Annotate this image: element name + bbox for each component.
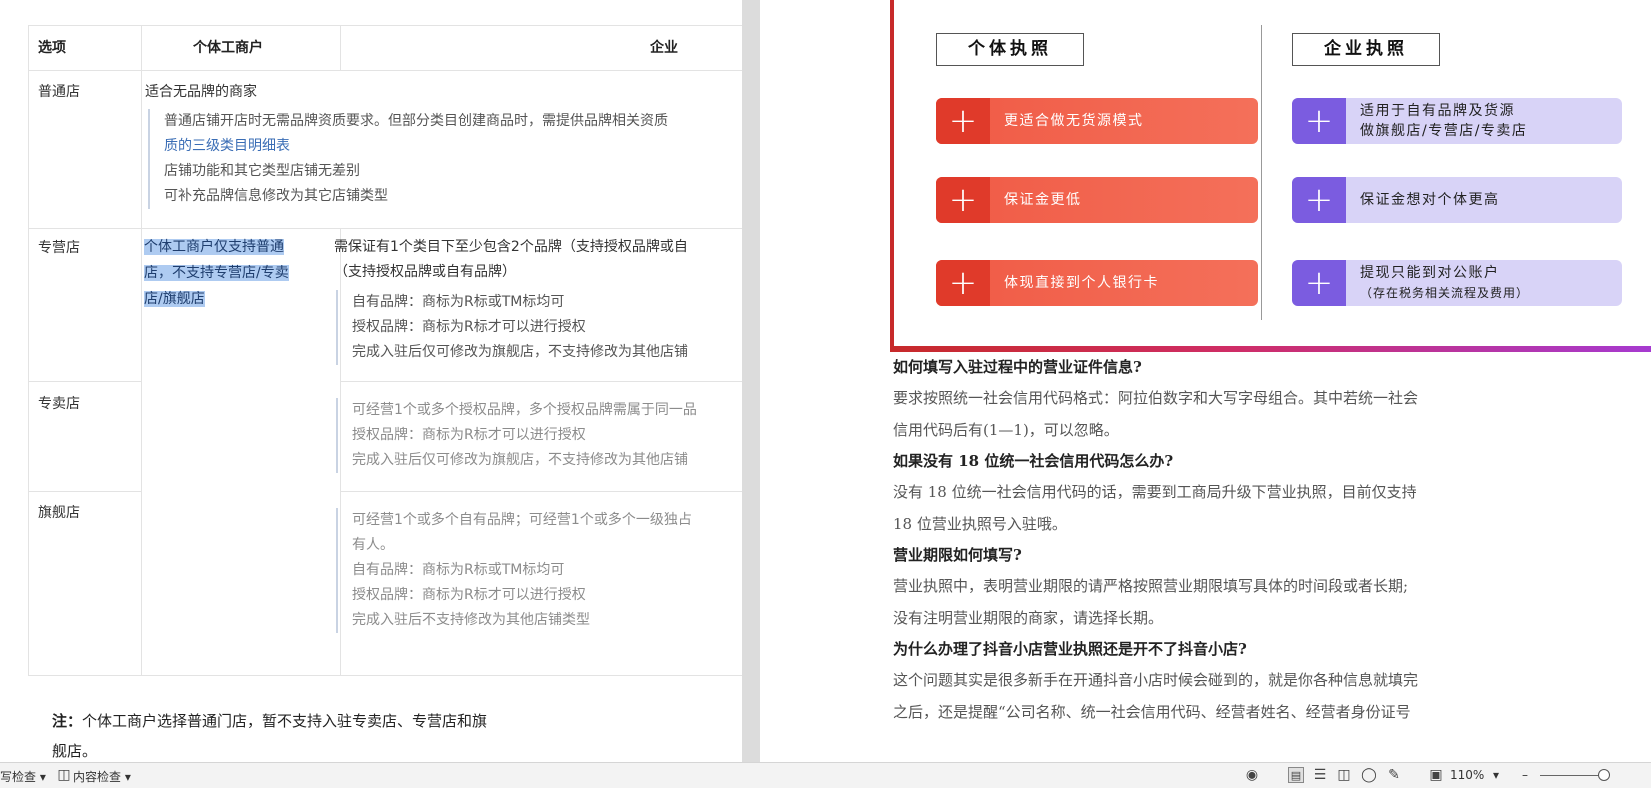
exclusive-details: 可经营1个或多个授权品牌，多个授权品牌需属于同一品 授权品牌：商标为R标才可以进… (336, 398, 697, 473)
enterprise-license-title: 企业执照 (1292, 33, 1440, 66)
zoom-slider-handle[interactable] (1598, 769, 1610, 781)
header-option: 选项 (38, 40, 66, 56)
spell-check-button[interactable]: 写检查 ▾ (0, 768, 46, 785)
header-enterprise: 企业 (650, 40, 678, 56)
detail-line: 完成入驻后仅可修改为旗舰店，不支持修改为其他店铺 (352, 452, 688, 468)
normal-details: 普通店铺开店时无需品牌资质要求。但部分类目创建商品时，需提供品牌相关资质 质的三… (148, 109, 668, 209)
status-bar: 写检查 ▾ ◫ 内容检查 ▾ ◉ ▤ ☰ ◫ ◯ ✎ ▣ 110% ▾ – (0, 762, 1651, 788)
plus-icon: + (1292, 98, 1346, 144)
question-3: 营业期限如何填写? (893, 546, 1022, 564)
row-label-specialty: 专营店 (38, 240, 80, 256)
zoom-out-button[interactable]: – (1522, 768, 1528, 782)
row-label-exclusive: 专卖店 (38, 396, 80, 412)
row-label-normal: 普通店 (38, 84, 80, 100)
plus-icon: + (1292, 260, 1346, 306)
license-comparison-image: 个体执照 企业执照 + 更适合做无货源模式 + 保证金更低 + 体现直接到个人银… (890, 0, 1651, 352)
content-check-button[interactable]: 内容检查 ▾ (73, 768, 131, 785)
eye-protection-icon[interactable]: ◉ (1244, 767, 1260, 783)
zoom-slider-track[interactable] (1540, 775, 1606, 776)
reading-view-icon[interactable]: ◫ (1336, 767, 1352, 783)
plus-icon: + (1292, 177, 1346, 223)
center-divider (1261, 25, 1262, 320)
page-right: 个体执照 企业执照 + 更适合做无货源模式 + 保证金更低 + 体现直接到个人银… (760, 0, 1651, 762)
detail-line: 可经营1个或多个自有品牌；可经营1个或多个一级独占 (352, 512, 692, 528)
individual-note-selected[interactable]: 个体工商户仅支持普通 店，不支持专营店/专卖 店/旗舰店 (144, 234, 289, 312)
detail-line: 自有品牌：商标为R标或TM标均可 (352, 294, 565, 310)
note-text-2: 舰店。 (52, 742, 98, 760)
fit-page-icon[interactable]: ▣ (1428, 767, 1444, 783)
selected-text: 店/旗舰店 (144, 291, 205, 307)
header-individual: 个体工商户 (193, 40, 263, 56)
document-area: 选项 个体工商户 企业 普通店 适合无品牌的商家 普通店铺开店时无需品牌资质要求… (0, 0, 1651, 762)
specialty-details: 自有品牌：商标为R标或TM标均可 授权品牌：商标为R标才可以进行授权 完成入驻后… (336, 290, 688, 365)
individual-item-1: + 更适合做无货源模式 (936, 98, 1258, 144)
specialty-summary-2: （支持授权品牌或自有品牌） (334, 264, 516, 280)
individual-license-title: 个体执照 (936, 33, 1084, 66)
question-1: 如何填写入驻过程中的营业证件信息? (893, 358, 1142, 376)
individual-item-3: + 体现直接到个人银行卡 (936, 260, 1258, 306)
detail-line: 店铺功能和其它类型店铺无差别 (164, 163, 360, 179)
detail-line: 自有品牌：商标为R标或TM标均可 (352, 562, 565, 578)
answer-line: 18 位营业执照号入驻哦。 (893, 515, 1067, 533)
page-view-icon[interactable]: ▤ (1288, 767, 1304, 783)
write-mode-icon[interactable]: ✎ (1386, 767, 1402, 783)
content-check-icon: ◫ (57, 767, 71, 783)
answer-line: 之后，还是提醒“公司名称、统一社会信用代码、经营者姓名、经营者身份证号 (893, 703, 1411, 721)
article-body: 如何填写入驻过程中的营业证件信息? 要求按照统一社会信用代码格式：阿拉伯数字和大… (893, 352, 1513, 728)
category-link[interactable]: 质的三级类目明细表 (164, 134, 668, 159)
enterprise-item-2: + 保证金想对个体更高 (1292, 177, 1622, 223)
detail-line: 授权品牌：商标为R标才可以进行授权 (352, 319, 586, 335)
zoom-dropdown-icon[interactable]: ▾ (1493, 768, 1499, 782)
detail-line: 完成入驻后仅可修改为旗舰店，不支持修改为其他店铺 (352, 344, 688, 360)
answer-line: 营业执照中，表明营业期限的请严格按照营业期限填写具体的时间段或者长期; (893, 577, 1409, 595)
answer-line: 要求按照统一社会信用代码格式：阿拉伯数字和大写字母组合。其中若统一社会 (893, 389, 1419, 407)
detail-line: 授权品牌：商标为R标才可以进行授权 (352, 427, 586, 443)
store-type-table: 选项 个体工商户 企业 普通店 适合无品牌的商家 普通店铺开店时无需品牌资质要求… (28, 25, 742, 676)
note-text: 个体工商户选择普通门店，暂不支持入驻专卖店、专营店和旗 (82, 712, 488, 730)
detail-line: 授权品牌：商标为R标才可以进行授权 (352, 587, 586, 603)
flagship-details: 可经营1个或多个自有品牌；可经营1个或多个一级独占 有人。 自有品牌：商标为R标… (336, 508, 692, 633)
plus-icon: + (936, 260, 990, 306)
answer-line: 没有 18 位统一社会信用代码的话，需要到工商局升级下营业执照，目前仅支持 (893, 483, 1417, 501)
individual-item-2: + 保证金更低 (936, 177, 1258, 223)
selected-text: 店，不支持专营店/专卖 (144, 265, 289, 281)
detail-line: 可补充品牌信息修改为其它店铺类型 (164, 188, 388, 204)
detail-line: 可经营1个或多个授权品牌，多个授权品牌需属于同一品 (352, 402, 697, 418)
zoom-level[interactable]: 110% (1450, 768, 1484, 782)
enterprise-item-1: + 适用于自有品牌及货源 做旗舰店/专营店/专卖店 (1292, 98, 1622, 144)
answer-line: 这个问题其实是很多新手在开通抖音小店时候会碰到的，就是你各种信息就填完 (893, 671, 1419, 689)
detail-line: 有人。 (352, 537, 394, 553)
page-left: 选项 个体工商户 企业 普通店 适合无品牌的商家 普通店铺开店时无需品牌资质要求… (0, 0, 742, 762)
selected-text: 个体工商户仅支持普通 (144, 239, 284, 255)
outline-view-icon[interactable]: ☰ (1312, 767, 1328, 783)
web-view-icon[interactable]: ◯ (1361, 767, 1377, 783)
question-2: 如果没有 18 位统一社会信用代码怎么办? (893, 452, 1174, 470)
detail-line: 普通店铺开店时无需品牌资质要求。但部分类目创建商品时，需提供品牌相关资质 (164, 113, 668, 129)
detail-line: 完成入驻后不支持修改为其他店铺类型 (352, 612, 590, 628)
note-paragraph: 注：个体工商户选择普通门店，暂不支持入驻专卖店、专营店和旗 舰店。 (52, 706, 612, 762)
plus-icon: + (936, 98, 990, 144)
answer-line: 信用代码后有(1—1)，可以忽略。 (893, 421, 1119, 439)
plus-icon: + (936, 177, 990, 223)
normal-summary: 适合无品牌的商家 (145, 84, 257, 100)
specialty-summary-1: 需保证有1个类目下至少包含2个品牌（支持授权品牌或自 (334, 239, 688, 255)
row-label-flagship: 旗舰店 (38, 505, 80, 521)
question-4: 为什么办理了抖音小店营业执照还是开不了抖音小店? (893, 640, 1247, 658)
note-label: 注： (52, 712, 83, 730)
enterprise-item-3: + 提现只能到对公账户 （存在税务相关流程及费用） (1292, 260, 1622, 306)
answer-line: 没有注明营业期限的商家，请选择长期。 (893, 609, 1164, 627)
